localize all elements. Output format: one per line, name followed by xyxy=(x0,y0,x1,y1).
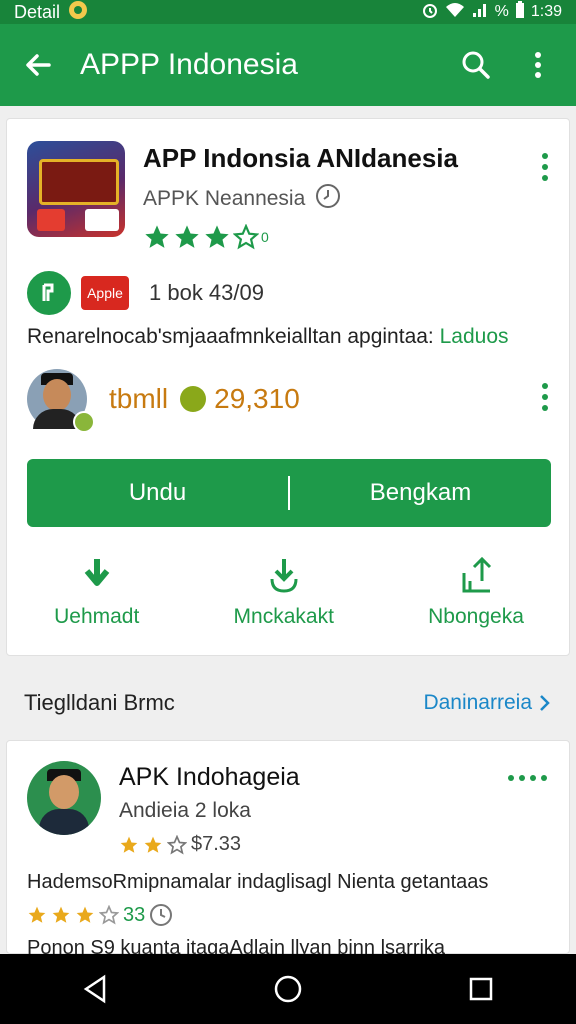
app-icon-tile-label xyxy=(85,209,119,231)
app-rating-stars: 0 xyxy=(143,223,269,251)
action-row: Uehmadt Mnckakakt Nbongeka xyxy=(7,555,571,629)
star-outline-icon xyxy=(99,905,119,925)
apple-badge: Apple xyxy=(81,276,129,310)
description-link[interactable]: Laduos xyxy=(440,325,509,348)
system-nav-bar xyxy=(0,954,576,1024)
search-icon[interactable] xyxy=(458,47,494,83)
star-icon xyxy=(52,906,70,923)
owner-avatar[interactable] xyxy=(27,369,95,433)
star-icon xyxy=(120,836,138,853)
related-app-subtitle: Andieia 2 loka xyxy=(119,799,251,822)
rating-text: 0 xyxy=(261,229,269,245)
related-more-icon[interactable] xyxy=(508,775,547,781)
related-app-card[interactable]: APK Indohageia Andieia 2 loka $7.33 Hade… xyxy=(6,740,570,959)
star-icon xyxy=(175,225,199,248)
app-bar: APPP Indonesia xyxy=(0,24,576,106)
action-share[interactable]: Nbongeka xyxy=(428,555,524,629)
action-label: Uehmadt xyxy=(54,605,140,628)
app-icon xyxy=(27,141,125,237)
clock-icon xyxy=(315,183,341,215)
section-title: Tieglldani Brmc xyxy=(24,690,175,715)
download-button[interactable]: Undu xyxy=(27,479,288,507)
alarm-icon xyxy=(421,1,439,24)
wifi-icon xyxy=(445,1,465,24)
related-app-avatar xyxy=(27,761,101,835)
star-icon xyxy=(28,906,46,923)
section-header: Tieglldani Brmc Daninarreia xyxy=(0,676,576,730)
section-more-link[interactable]: Daninarreia xyxy=(423,691,552,715)
app-icon-sign xyxy=(39,159,119,205)
back-arrow-icon[interactable] xyxy=(20,47,56,83)
download-hand-icon xyxy=(270,559,298,593)
signal-icon xyxy=(471,1,489,24)
play-badge-icon xyxy=(27,271,71,315)
star-icon xyxy=(145,225,169,248)
battery-icon xyxy=(515,0,525,24)
action-save[interactable]: Mnckakakt xyxy=(234,555,334,629)
related-rating-row: $7.33 xyxy=(119,833,241,856)
more-vert-icon[interactable] xyxy=(520,47,556,83)
app-title: APP Indonsia ANIdanesia xyxy=(143,143,458,173)
star-outline-icon xyxy=(233,224,259,250)
back-icon[interactable] xyxy=(82,974,108,1004)
status-label: Detail xyxy=(14,1,61,22)
related-app-title: APK Indohageia xyxy=(119,763,300,791)
related-rating-value: $7.33 xyxy=(191,833,242,855)
star-icon xyxy=(76,906,94,923)
battery-percent: % xyxy=(494,3,509,20)
verified-badge-icon xyxy=(73,411,95,433)
download-icon xyxy=(84,559,110,586)
owner-row[interactable]: tbmll 29,310 xyxy=(27,369,300,433)
star-icon xyxy=(205,225,229,248)
clock-icon xyxy=(150,904,173,926)
notification-icon xyxy=(68,0,88,25)
open-button[interactable]: Bengkam xyxy=(290,479,551,507)
page-title: APPP Indonesia xyxy=(80,48,298,81)
action-label: Nbongeka xyxy=(428,605,524,628)
coin-icon xyxy=(180,386,207,412)
status-bar: Detail % 1:39 xyxy=(0,0,576,24)
app-detail-card: APP Indonsia ANIdanesia APPK Neannesia 0… xyxy=(6,118,570,656)
home-icon[interactable] xyxy=(273,974,303,1004)
primary-action-button: Undu Bengkam xyxy=(27,459,551,527)
star-icon xyxy=(144,836,162,853)
share-icon xyxy=(462,556,492,593)
owner-count: 29,310 xyxy=(214,383,300,414)
app-developer[interactable]: APPK Neannesia xyxy=(143,187,305,211)
recents-icon[interactable] xyxy=(468,976,494,1002)
related-rating2-row: 33 xyxy=(27,903,173,927)
related-rating2-value: 33 xyxy=(123,903,146,926)
action-download[interactable]: Uehmadt xyxy=(54,555,139,629)
related-description: HademsoRmipnamalar indaglisagl Nienta ge… xyxy=(27,871,489,893)
badge-row: Apple 1 bok 43/09 xyxy=(27,271,264,315)
app-icon-tile xyxy=(37,209,65,231)
owner-more-icon[interactable] xyxy=(535,383,555,411)
app-developer-row[interactable]: APPK Neannesia xyxy=(143,183,341,215)
action-label: Mnckakakt xyxy=(233,605,334,628)
size-text: 1 bok 43/09 xyxy=(149,280,264,305)
status-time: 1:39 xyxy=(530,3,562,20)
app-description: Renarelnocab'smjaaafmnkeialltan apgintaa… xyxy=(27,325,509,348)
owner-name[interactable]: tbmll xyxy=(109,383,168,415)
star-outline-icon xyxy=(167,834,187,854)
app-more-icon[interactable] xyxy=(535,153,555,181)
chevron-right-icon xyxy=(540,695,550,711)
